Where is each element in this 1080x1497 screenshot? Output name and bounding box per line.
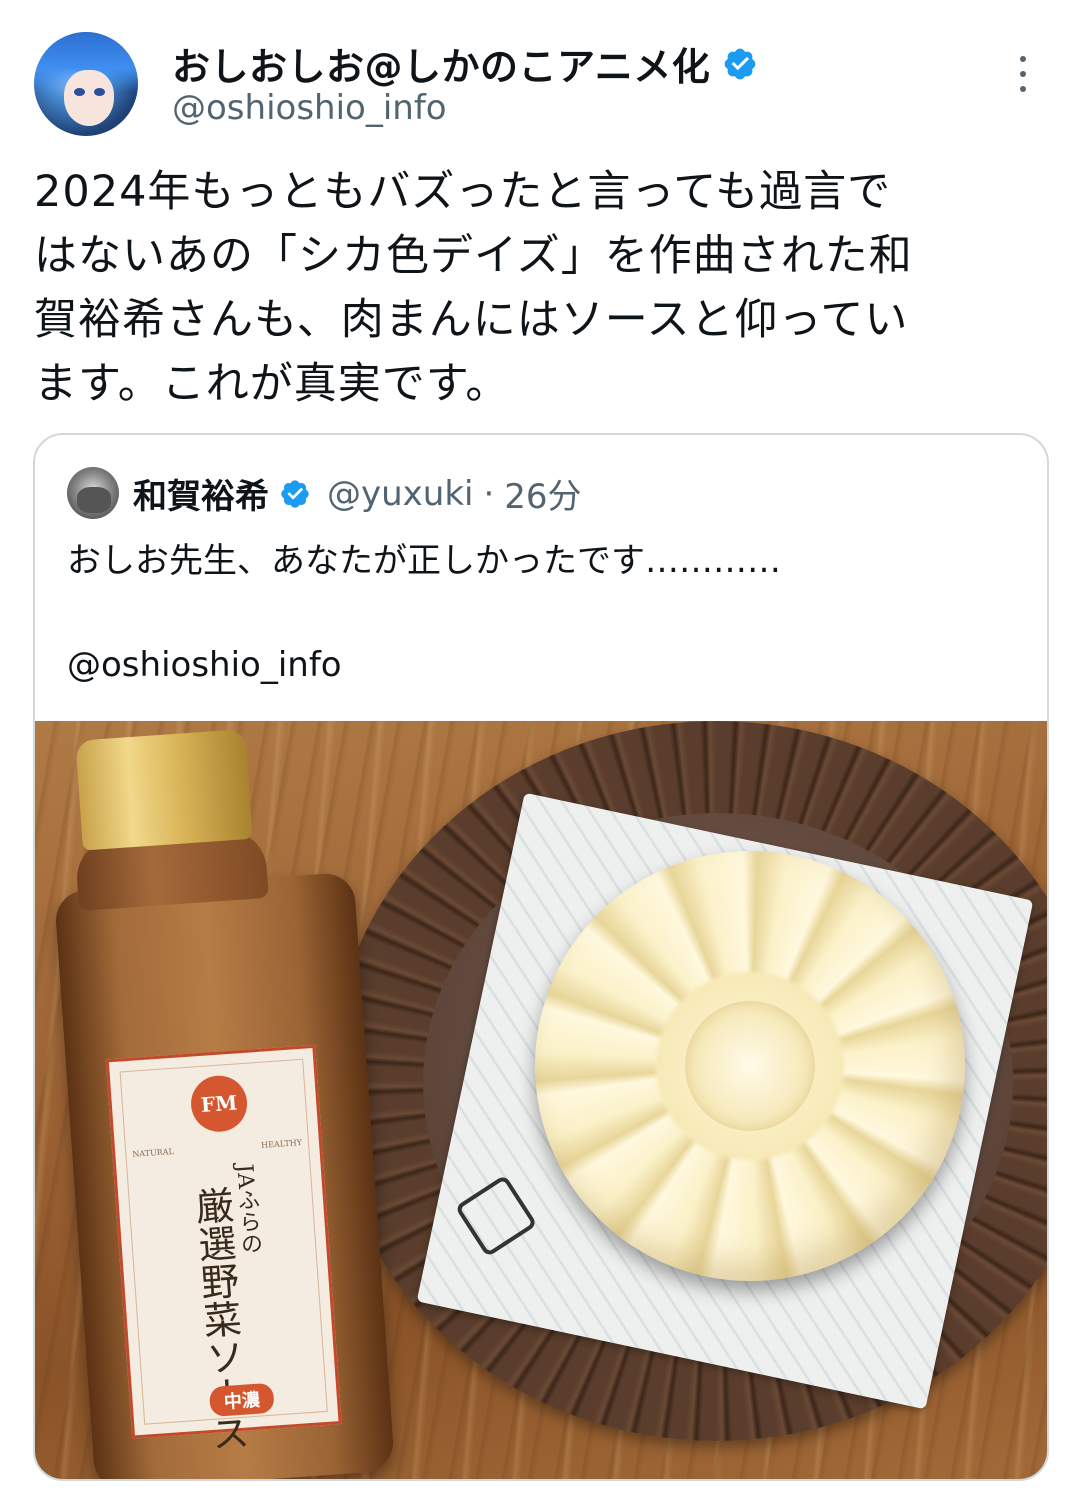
author-display-name[interactable]: おしおしお@しかのこアニメ化 [172, 36, 710, 91]
author-avatar[interactable] [34, 32, 138, 136]
quote-separator: · [483, 473, 495, 514]
tweet-body: 2024年もっともバズったと言っても過言で はないあの「シカ色デイズ」を作曲され… [34, 160, 1044, 416]
label-natural: NATURAL [132, 1146, 175, 1159]
quote-body-spacer [67, 587, 1017, 639]
tweet: おしおしお@しかのこアニメ化 @oshioshio_info 2024年もっとも… [0, 0, 1080, 1497]
quote-body-line: おしお先生、あなたが正しかったです………… [67, 541, 781, 581]
avatar-eye [94, 88, 105, 96]
quote-author-avatar[interactable] [67, 467, 119, 519]
quote-author-name[interactable]: 和賀裕希 [133, 469, 269, 518]
tweet-body-line: ます。これが真実です。 [34, 359, 510, 409]
quote-timestamp[interactable]: 26分 [504, 469, 581, 518]
label-badge: 中濃 [208, 1382, 275, 1418]
tweet-body-line: はないあの「シカ色デイズ」を作曲された和 [34, 231, 913, 281]
quote-header: 和賀裕希 @yuxuki · 26分 [133, 469, 582, 518]
bottle-body: FM NATURAL HEALTHY JAふらの 厳選野菜ソース 中濃 [53, 871, 396, 1479]
verified-badge-icon [724, 48, 756, 79]
more-vertical-icon[interactable] [1010, 52, 1036, 96]
author-name-row: おしおしお@しかのこアニメ化 [172, 36, 758, 91]
verified-badge-icon [281, 479, 309, 508]
tweet-body-line: 2024年もっともバズったと言っても過言で [34, 167, 892, 217]
quote-body: おしお先生、あなたが正しかったです………… @oshioshio_info [67, 535, 1017, 691]
quote-mention-link[interactable]: @oshioshio_info [67, 639, 1017, 691]
avatar-face [64, 70, 114, 126]
avatar-eye [74, 88, 85, 96]
label-logo: FM [189, 1073, 249, 1134]
tweet-body-line: 賀裕希さんも、肉まんにはソースと仰ってい [34, 295, 909, 345]
author-handle[interactable]: @oshioshio_info [172, 88, 447, 128]
wrapper-logo [454, 1174, 538, 1258]
quote-author-handle[interactable]: @yuxuki [327, 474, 473, 514]
avatar-figure [77, 487, 111, 513]
bun-top [685, 1001, 815, 1131]
sauce-bottle: FM NATURAL HEALTHY JAふらの 厳選野菜ソース 中濃 [40, 728, 419, 1479]
label-healthy: HEALTHY [260, 1138, 303, 1150]
bottle-cap [75, 728, 253, 851]
quoted-tweet[interactable]: 和賀裕希 @yuxuki · 26分 おしお先生、あなたが正しかったです…………… [33, 433, 1049, 1481]
bottle-label: FM NATURAL HEALTHY JAふらの 厳選野菜ソース 中濃 [105, 1044, 342, 1453]
steamed-bun [535, 851, 965, 1281]
quote-photo[interactable]: FM NATURAL HEALTHY JAふらの 厳選野菜ソース 中濃 [35, 721, 1047, 1479]
